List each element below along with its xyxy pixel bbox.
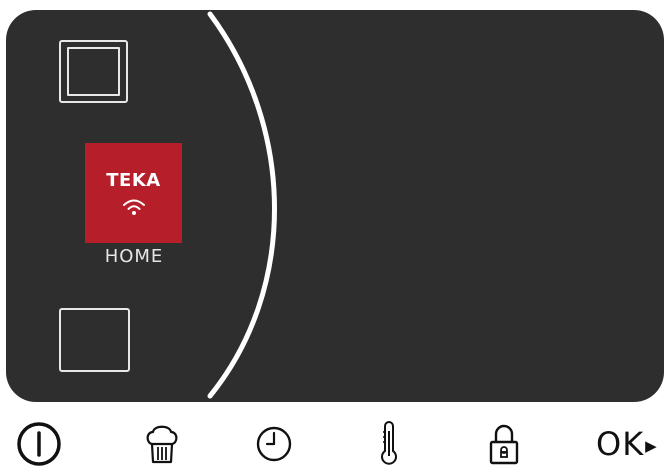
clock-icon: [256, 426, 292, 462]
ok-label: OK: [596, 425, 645, 463]
oven-control-panel: TEKA HOME OK ▶: [0, 0, 670, 476]
timer-button[interactable]: [252, 418, 296, 470]
home-label: HOME: [104, 246, 164, 267]
teka-logo: TEKA: [85, 143, 182, 243]
power-button[interactable]: [13, 418, 65, 470]
chef-hat-icon: [146, 425, 178, 464]
ok-button[interactable]: OK ▶: [596, 418, 666, 470]
recipes-button[interactable]: [140, 418, 184, 470]
power-icon: [17, 422, 61, 466]
lock-icon: [489, 424, 519, 465]
wifi-icon: [122, 199, 145, 215]
ok-arrow-icon: ▶: [645, 438, 657, 455]
display-screen: TEKA HOME: [6, 10, 664, 402]
brand-logo-text: TEKA: [106, 170, 161, 191]
control-bar: OK ▶: [0, 408, 670, 476]
blank-mode-icon[interactable]: [59, 308, 130, 372]
oven-mode-icon[interactable]: [59, 40, 128, 103]
temperature-button[interactable]: [372, 418, 406, 470]
child-lock-button[interactable]: [486, 418, 522, 470]
thermometer-icon: [381, 421, 397, 465]
